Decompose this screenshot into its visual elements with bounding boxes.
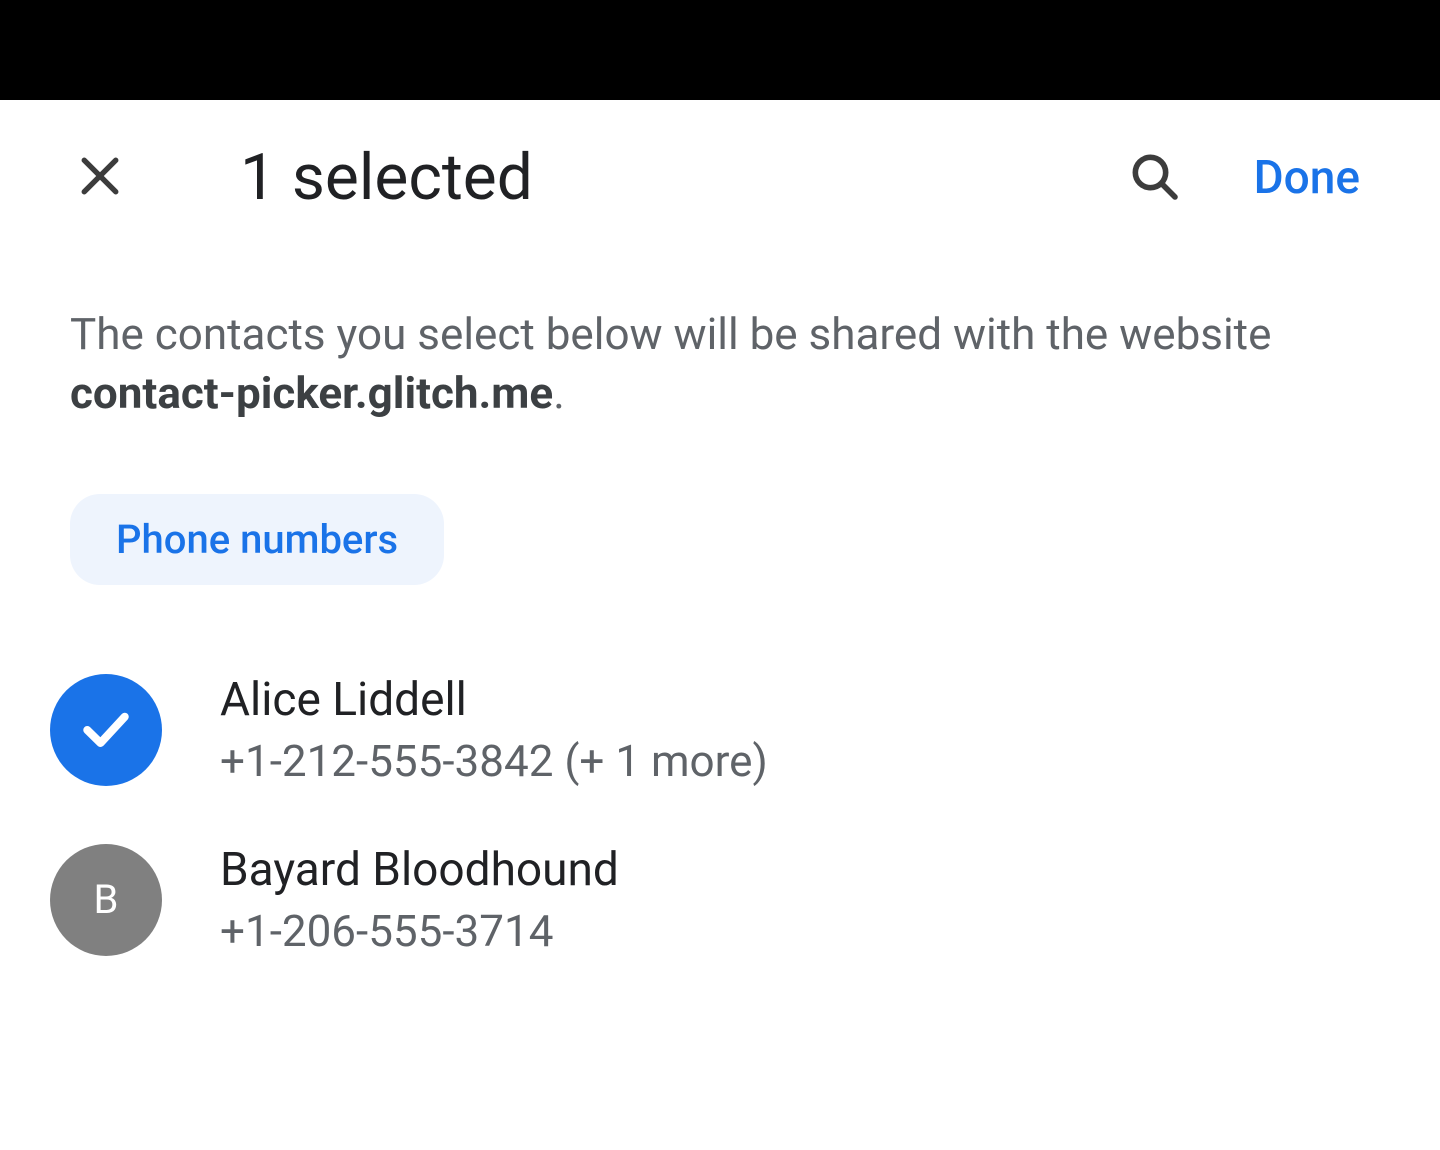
contact-name: Bayard Bloodhound <box>220 843 619 897</box>
contact-phone: +1-212-555-3842 (+ 1 more) <box>220 735 768 787</box>
contact-info: Alice Liddell +1-212-555-3842 (+ 1 more) <box>220 673 768 787</box>
close-icon <box>73 149 127 207</box>
done-button[interactable]: Done <box>1254 151 1370 205</box>
description-suffix: . <box>553 367 565 419</box>
search-icon <box>1126 148 1182 208</box>
contacts-list: Alice Liddell +1-212-555-3842 (+ 1 more)… <box>20 585 1420 985</box>
site-hostname: contact-picker.glitch.me <box>70 367 553 419</box>
description-prefix: The contacts you select below will be sh… <box>70 308 1271 360</box>
share-description: The contacts you select below will be sh… <box>20 255 1420 424</box>
contact-info: Bayard Bloodhound +1-206-555-3714 <box>220 843 619 957</box>
property-chips: Phone numbers <box>20 424 1420 585</box>
contact-name: Alice Liddell <box>220 673 768 727</box>
close-button[interactable] <box>70 148 130 208</box>
contact-phone: +1-206-555-3714 <box>220 905 619 957</box>
chip-phone-numbers[interactable]: Phone numbers <box>70 494 444 585</box>
status-bar <box>0 0 1440 100</box>
check-icon <box>76 698 136 762</box>
contact-row[interactable]: B Bayard Bloodhound +1-206-555-3714 <box>50 815 1380 985</box>
selection-count-title: 1 selected <box>240 140 1124 215</box>
search-button[interactable] <box>1124 148 1184 208</box>
avatar-selected <box>50 674 162 786</box>
header: 1 selected Done <box>20 100 1420 255</box>
contact-row[interactable]: Alice Liddell +1-212-555-3842 (+ 1 more) <box>50 645 1380 815</box>
picker-sheet: 1 selected Done The contacts you select … <box>0 100 1440 985</box>
avatar-initial: B <box>50 844 162 956</box>
